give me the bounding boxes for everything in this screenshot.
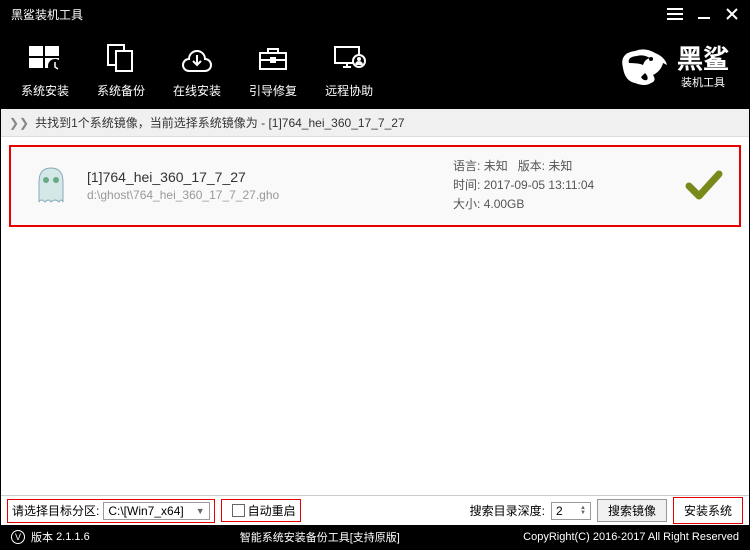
app-logo: 黑鲨 装机工具 <box>615 43 729 93</box>
version-icon: V <box>11 530 25 544</box>
tool-system-install[interactable]: 系统安装 <box>21 38 69 99</box>
image-list-item[interactable]: [1]764_hei_360_17_7_27 d:\ghost\764_hei_… <box>9 145 741 227</box>
content-area: [1]764_hei_360_17_7_27 d:\ghost\764_hei_… <box>1 137 749 495</box>
version-number: 2.1.1.6 <box>56 531 90 543</box>
version-label: 版本 <box>31 529 53 545</box>
chevron-down-icon: ▼ <box>196 506 205 516</box>
spinner-icon: ▲▼ <box>580 506 586 516</box>
cloud-download-icon <box>177 38 217 78</box>
partition-select[interactable]: C:\[Win7_x64]▼ <box>103 502 209 520</box>
menu-icon[interactable] <box>667 8 683 20</box>
tool-remote-assist[interactable]: 远程协助 <box>325 38 373 99</box>
tool-label: 引导修复 <box>249 82 297 99</box>
bottom-bar: 请选择目标分区: C:\[Win7_x64]▼ 自动重启 搜索目录深度: 2 ▲… <box>1 495 749 525</box>
search-image-button[interactable]: 搜索镜像 <box>597 499 667 522</box>
copyright-text: CopyRight(C) 2016-2017 All Right Reserve… <box>523 531 739 543</box>
chevron-right-icon: ❯❯ <box>9 116 29 130</box>
checkbox-icon <box>232 504 245 517</box>
remote-assist-icon <box>329 38 369 78</box>
auto-reboot-checkbox[interactable]: 自动重启 <box>232 502 296 519</box>
status-center-text: 智能系统安装备份工具[支持原版] <box>240 529 400 545</box>
tool-label: 系统安装 <box>21 82 69 99</box>
info-text: 共找到1个系统镜像，当前选择系统镜像为 - [1]764_hei_360_17_… <box>35 114 404 131</box>
close-button[interactable] <box>725 7 739 21</box>
tool-online-install[interactable]: 在线安装 <box>173 38 221 99</box>
info-bar: ❯❯ 共找到1个系统镜像，当前选择系统镜像为 - [1]764_hei_360_… <box>1 109 749 137</box>
ghost-icon <box>27 162 75 210</box>
tool-label: 系统备份 <box>97 82 145 99</box>
tool-label: 在线安装 <box>173 82 221 99</box>
install-system-button[interactable]: 安装系统 <box>678 500 738 521</box>
tool-system-backup[interactable]: 系统备份 <box>97 38 145 99</box>
logo-main-text: 黑鲨 <box>677 46 729 72</box>
image-path: d:\ghost\764_hei_360_17_7_27.gho <box>87 188 453 202</box>
minimize-button[interactable] <box>697 7 711 21</box>
tool-boot-repair[interactable]: 引导修复 <box>249 38 297 99</box>
window-title: 黑鲨装机工具 <box>11 6 83 23</box>
image-meta: 语言: 未知 版本: 未知 时间: 2017-09-05 13:11:04 大小… <box>453 157 673 215</box>
copy-icon <box>101 38 141 78</box>
status-bar: V 版本 2.1.1.6 智能系统安装备份工具[支持原版] CopyRight(… <box>1 525 749 549</box>
image-title: [1]764_hei_360_17_7_27 <box>87 169 453 185</box>
windows-install-icon <box>25 38 65 78</box>
depth-stepper[interactable]: 2 ▲▼ <box>551 502 591 520</box>
partition-label: 请选择目标分区: <box>12 502 99 519</box>
tool-label: 远程协助 <box>325 82 373 99</box>
depth-label: 搜索目录深度: <box>470 502 545 519</box>
toolbox-icon <box>253 38 293 78</box>
logo-sub-text: 装机工具 <box>681 74 725 90</box>
check-icon <box>683 166 723 206</box>
